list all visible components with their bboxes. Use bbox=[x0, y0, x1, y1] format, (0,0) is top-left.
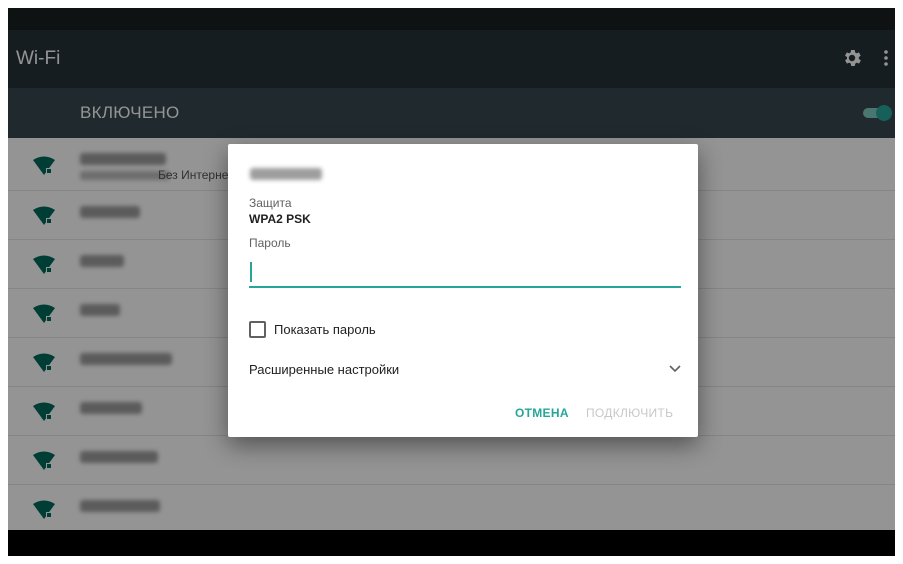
advanced-settings-label: Расширенные настройки bbox=[249, 362, 400, 377]
security-label: Защита bbox=[249, 196, 292, 210]
show-password-label[interactable]: Показать пароль bbox=[274, 322, 376, 337]
show-password-checkbox-row[interactable]: Показать пароль bbox=[249, 320, 376, 338]
show-password-checkbox[interactable] bbox=[249, 320, 266, 338]
advanced-settings-toggle[interactable]: Расширенные настройки bbox=[249, 360, 681, 380]
cancel-button[interactable]: ОТМЕНА bbox=[515, 406, 569, 420]
password-input[interactable] bbox=[249, 258, 681, 288]
text-cursor bbox=[250, 262, 252, 282]
password-label: Пароль bbox=[249, 236, 291, 250]
screen: Wi-Fi ВКЛЮЧЕНО Без Интернета Защита WPA2… bbox=[8, 8, 895, 556]
connect-button[interactable]: ПОДКЛЮЧИТЬ bbox=[586, 406, 673, 420]
wifi-connect-dialog: Защита WPA2 PSK Пароль Показать пароль Р… bbox=[228, 144, 698, 437]
chevron-down-icon bbox=[669, 365, 681, 373]
security-value: WPA2 PSK bbox=[249, 212, 311, 226]
dialog-network-name-redacted bbox=[250, 168, 322, 180]
